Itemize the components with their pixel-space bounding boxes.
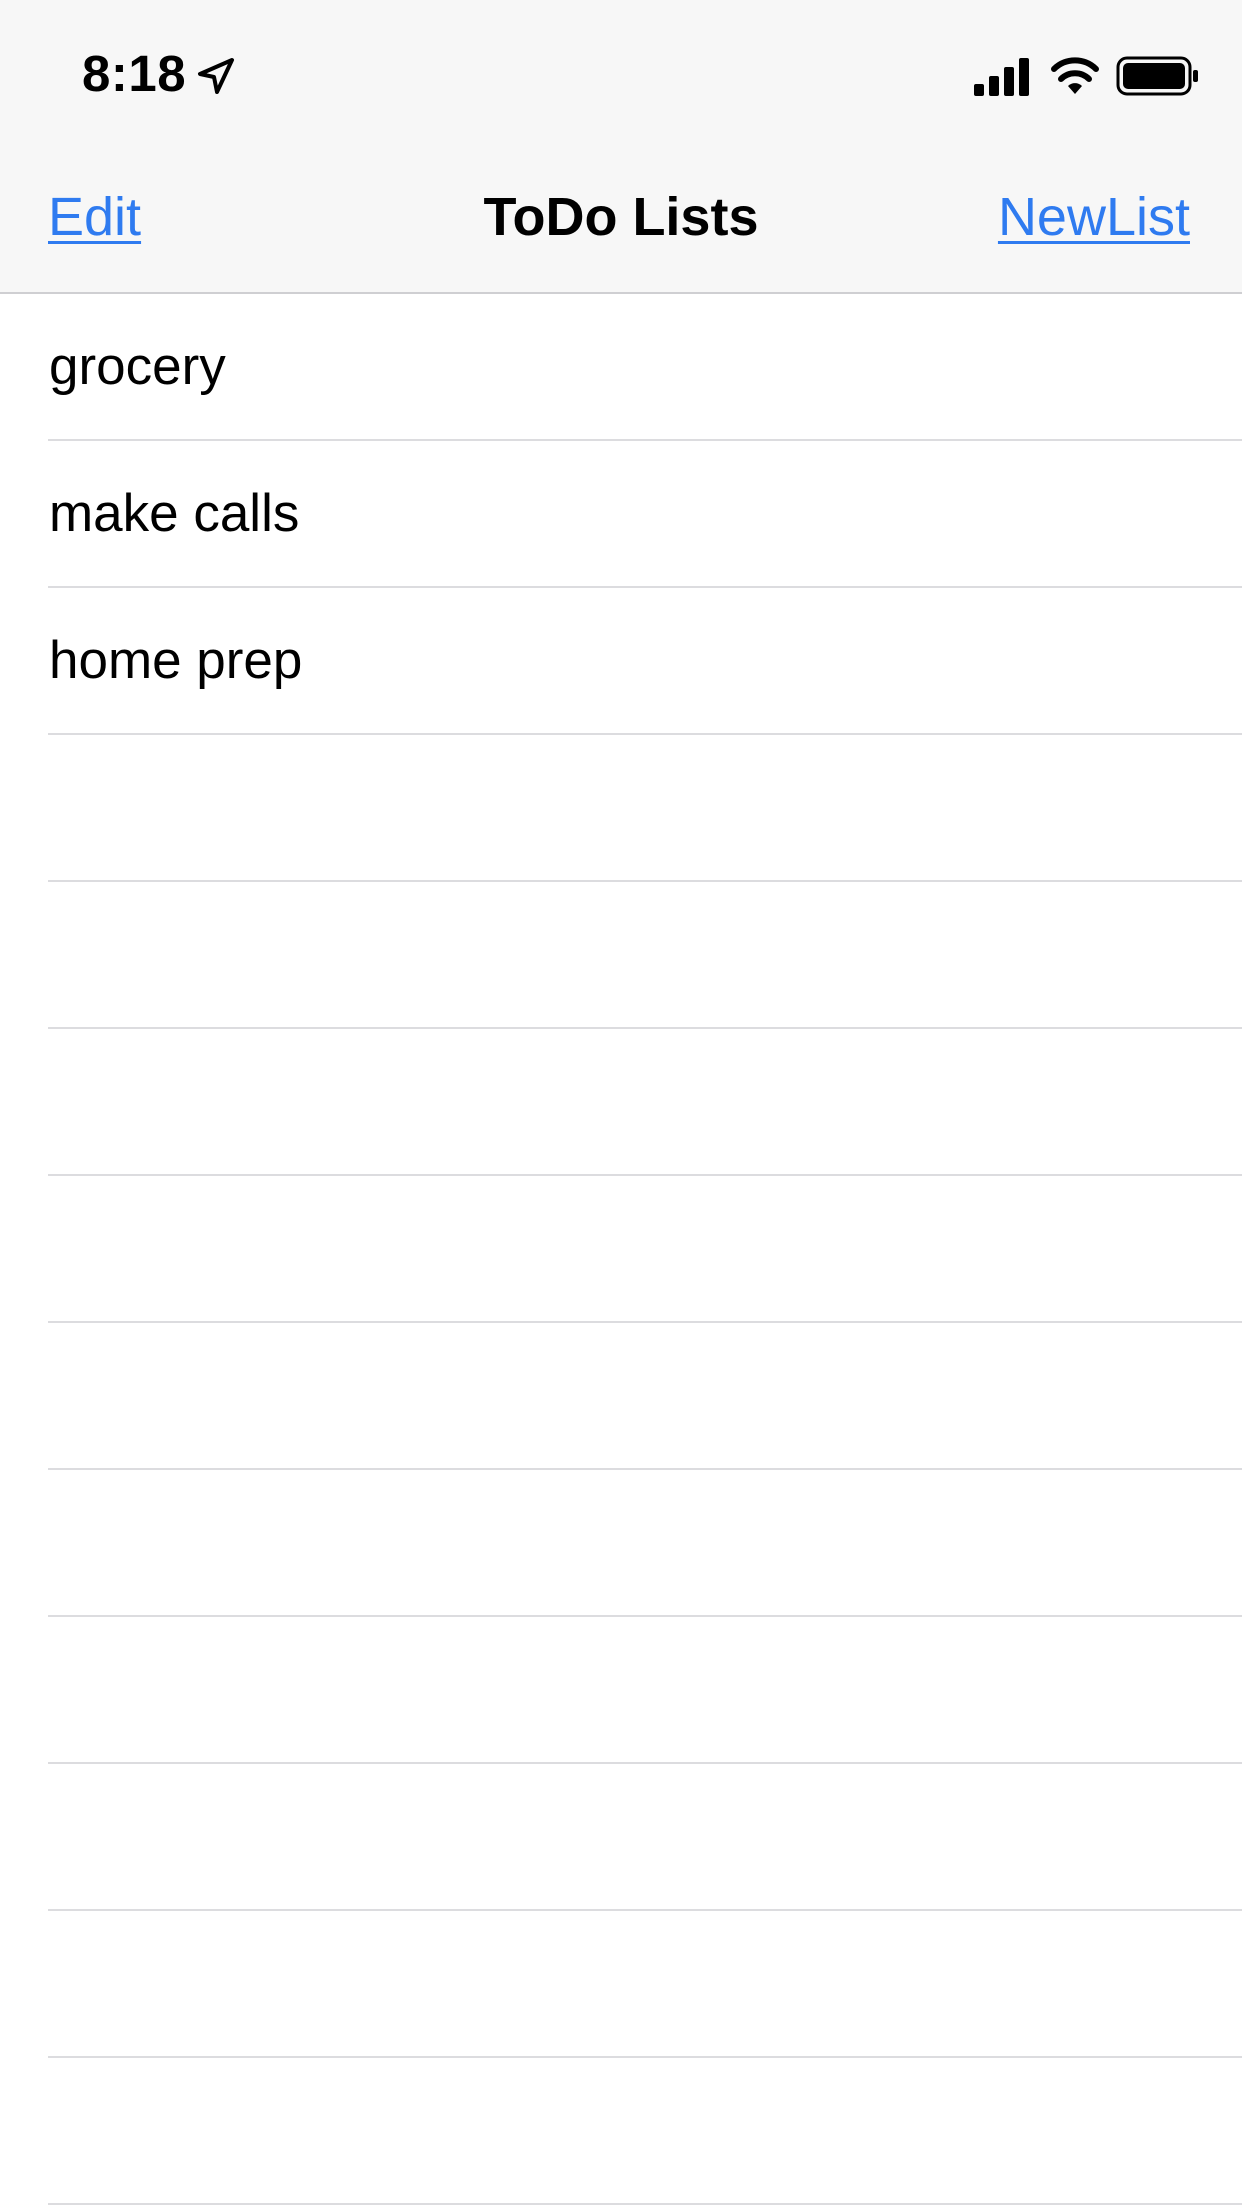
battery-icon	[1116, 56, 1198, 96]
list-item-label: grocery	[49, 337, 226, 396]
empty-row	[0, 1617, 1242, 1764]
wifi-icon	[1051, 57, 1099, 94]
empty-row	[0, 1029, 1242, 1176]
list-item-label: make calls	[49, 484, 300, 543]
location-arrow-icon	[198, 58, 234, 94]
status-bar: 8:18	[0, 0, 1242, 140]
empty-row	[0, 1176, 1242, 1323]
empty-row	[0, 882, 1242, 1029]
list-item[interactable]: home prep	[0, 588, 1242, 735]
todo-list-table: grocery make calls home prep	[0, 294, 1242, 2205]
cellular-signal-icon	[974, 58, 1029, 96]
new-list-button[interactable]: NewList	[998, 186, 1190, 248]
empty-row	[0, 1764, 1242, 1911]
empty-row	[0, 1470, 1242, 1617]
navigation-bar: Edit ToDo Lists NewList	[0, 140, 1242, 294]
list-item[interactable]: make calls	[0, 441, 1242, 588]
empty-row	[0, 735, 1242, 882]
list-item-label: home prep	[49, 631, 303, 690]
status-time: 8:18	[82, 45, 187, 102]
empty-row	[0, 1323, 1242, 1470]
empty-row	[0, 1911, 1242, 2058]
list-item[interactable]: grocery	[0, 294, 1242, 441]
empty-row	[0, 2058, 1242, 2205]
